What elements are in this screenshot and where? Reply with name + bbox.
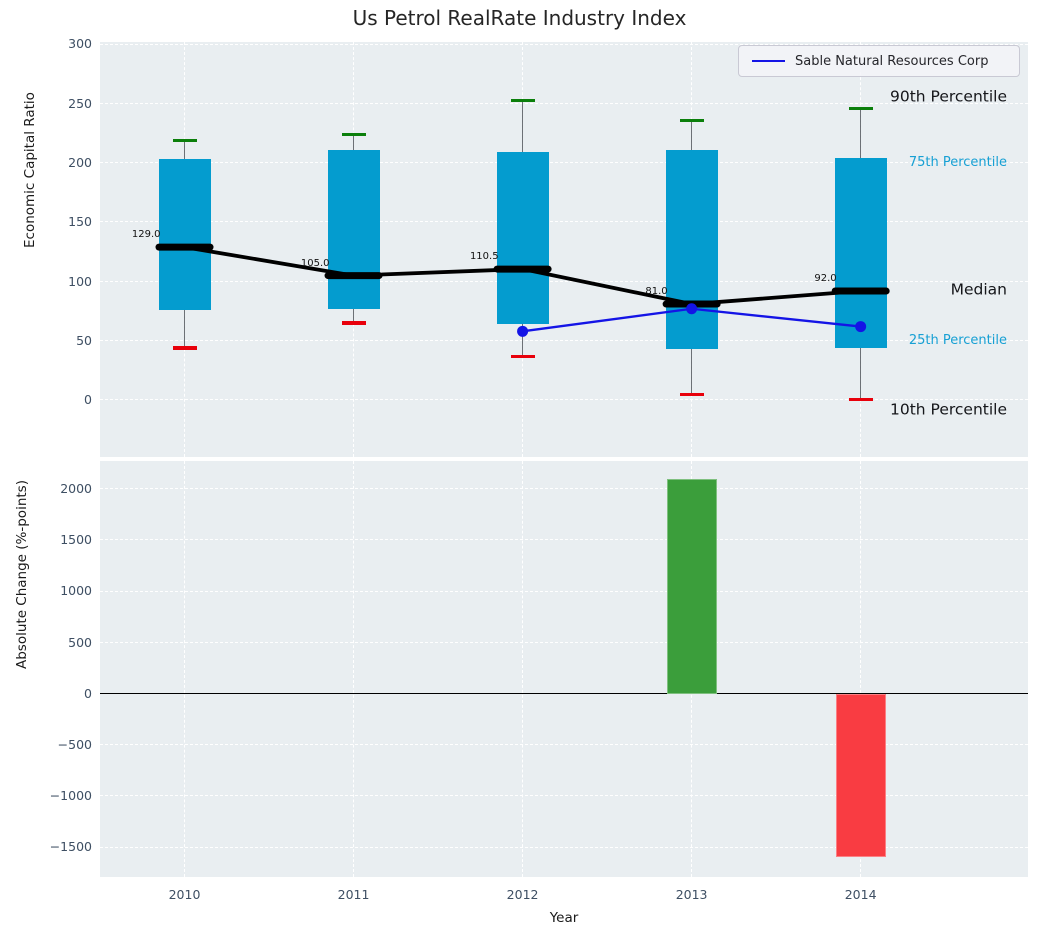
change-bar-2013: [667, 479, 717, 693]
y-tick-label: −1500: [32, 841, 92, 854]
change-bar-2014: [836, 694, 886, 857]
median-value-annotation: 110.5: [470, 251, 499, 262]
y-tick-label: 100: [32, 276, 92, 289]
company-series-point: [686, 303, 697, 314]
y-gridline: [100, 795, 1028, 796]
figure: Us Petrol RealRate Industry Index Econom…: [0, 0, 1039, 942]
legend: Sable Natural Resources Corp: [738, 45, 1020, 77]
y-tick-label: 150: [32, 216, 92, 229]
percentile-annotation: 25th Percentile: [909, 334, 1007, 348]
zero-line: [100, 693, 1028, 694]
y-tick-label: 200: [32, 157, 92, 170]
x-axis-label: Year: [550, 910, 579, 926]
top-axes: [100, 42, 1028, 457]
y-gridline: [100, 847, 1028, 848]
median-value-annotation: 81.0: [645, 286, 667, 297]
median-value-annotation: 129.0: [132, 229, 161, 240]
y-tick-label: 1500: [32, 534, 92, 547]
bottom-axes: [100, 461, 1028, 877]
legend-label: Sable Natural Resources Corp: [795, 54, 988, 69]
plot-overlay: [100, 42, 1028, 457]
x-gridline: [184, 461, 185, 877]
y-tick-label: 250: [32, 98, 92, 111]
percentile-annotation: 90th Percentile: [890, 88, 1007, 105]
x-tick-label: 2011: [314, 887, 394, 902]
y-tick-label: 0: [32, 688, 92, 701]
median-bar: [156, 244, 214, 251]
y-gridline: [100, 539, 1028, 540]
percentile-annotation: 75th Percentile: [909, 156, 1007, 170]
percentile-annotation: 10th Percentile: [890, 401, 1007, 418]
x-gridline: [522, 461, 523, 877]
y-tick-label: 300: [32, 38, 92, 51]
median-bar: [494, 266, 552, 273]
y-tick-label: 50: [32, 335, 92, 348]
legend-line-sample: [752, 60, 785, 62]
y-gridline: [100, 744, 1028, 745]
median-value-annotation: 92.0: [814, 273, 836, 284]
y-tick-label: 0: [32, 394, 92, 407]
median-value-annotation: 105.0: [301, 258, 330, 269]
y-tick-label: 1000: [32, 585, 92, 598]
y-gridline: [100, 488, 1028, 489]
chart-title: Us Petrol RealRate Industry Index: [0, 6, 1039, 30]
median-bar: [325, 272, 383, 279]
y-gridline: [100, 642, 1028, 643]
median-trend-line: [185, 247, 861, 304]
y-gridline: [100, 591, 1028, 592]
y-tick-label: 2000: [32, 483, 92, 496]
x-tick-label: 2014: [821, 887, 901, 902]
x-gridline: [353, 461, 354, 877]
company-series-point: [517, 326, 528, 337]
y-tick-label: 500: [32, 637, 92, 650]
x-tick-label: 2012: [483, 887, 563, 902]
company-series-point: [855, 321, 866, 332]
x-tick-label: 2013: [652, 887, 732, 902]
x-tick-label: 2010: [145, 887, 225, 902]
y-tick-label: −1000: [32, 790, 92, 803]
y-tick-label: −500: [32, 739, 92, 752]
median-bar: [832, 288, 890, 295]
percentile-annotation: Median: [951, 281, 1007, 298]
